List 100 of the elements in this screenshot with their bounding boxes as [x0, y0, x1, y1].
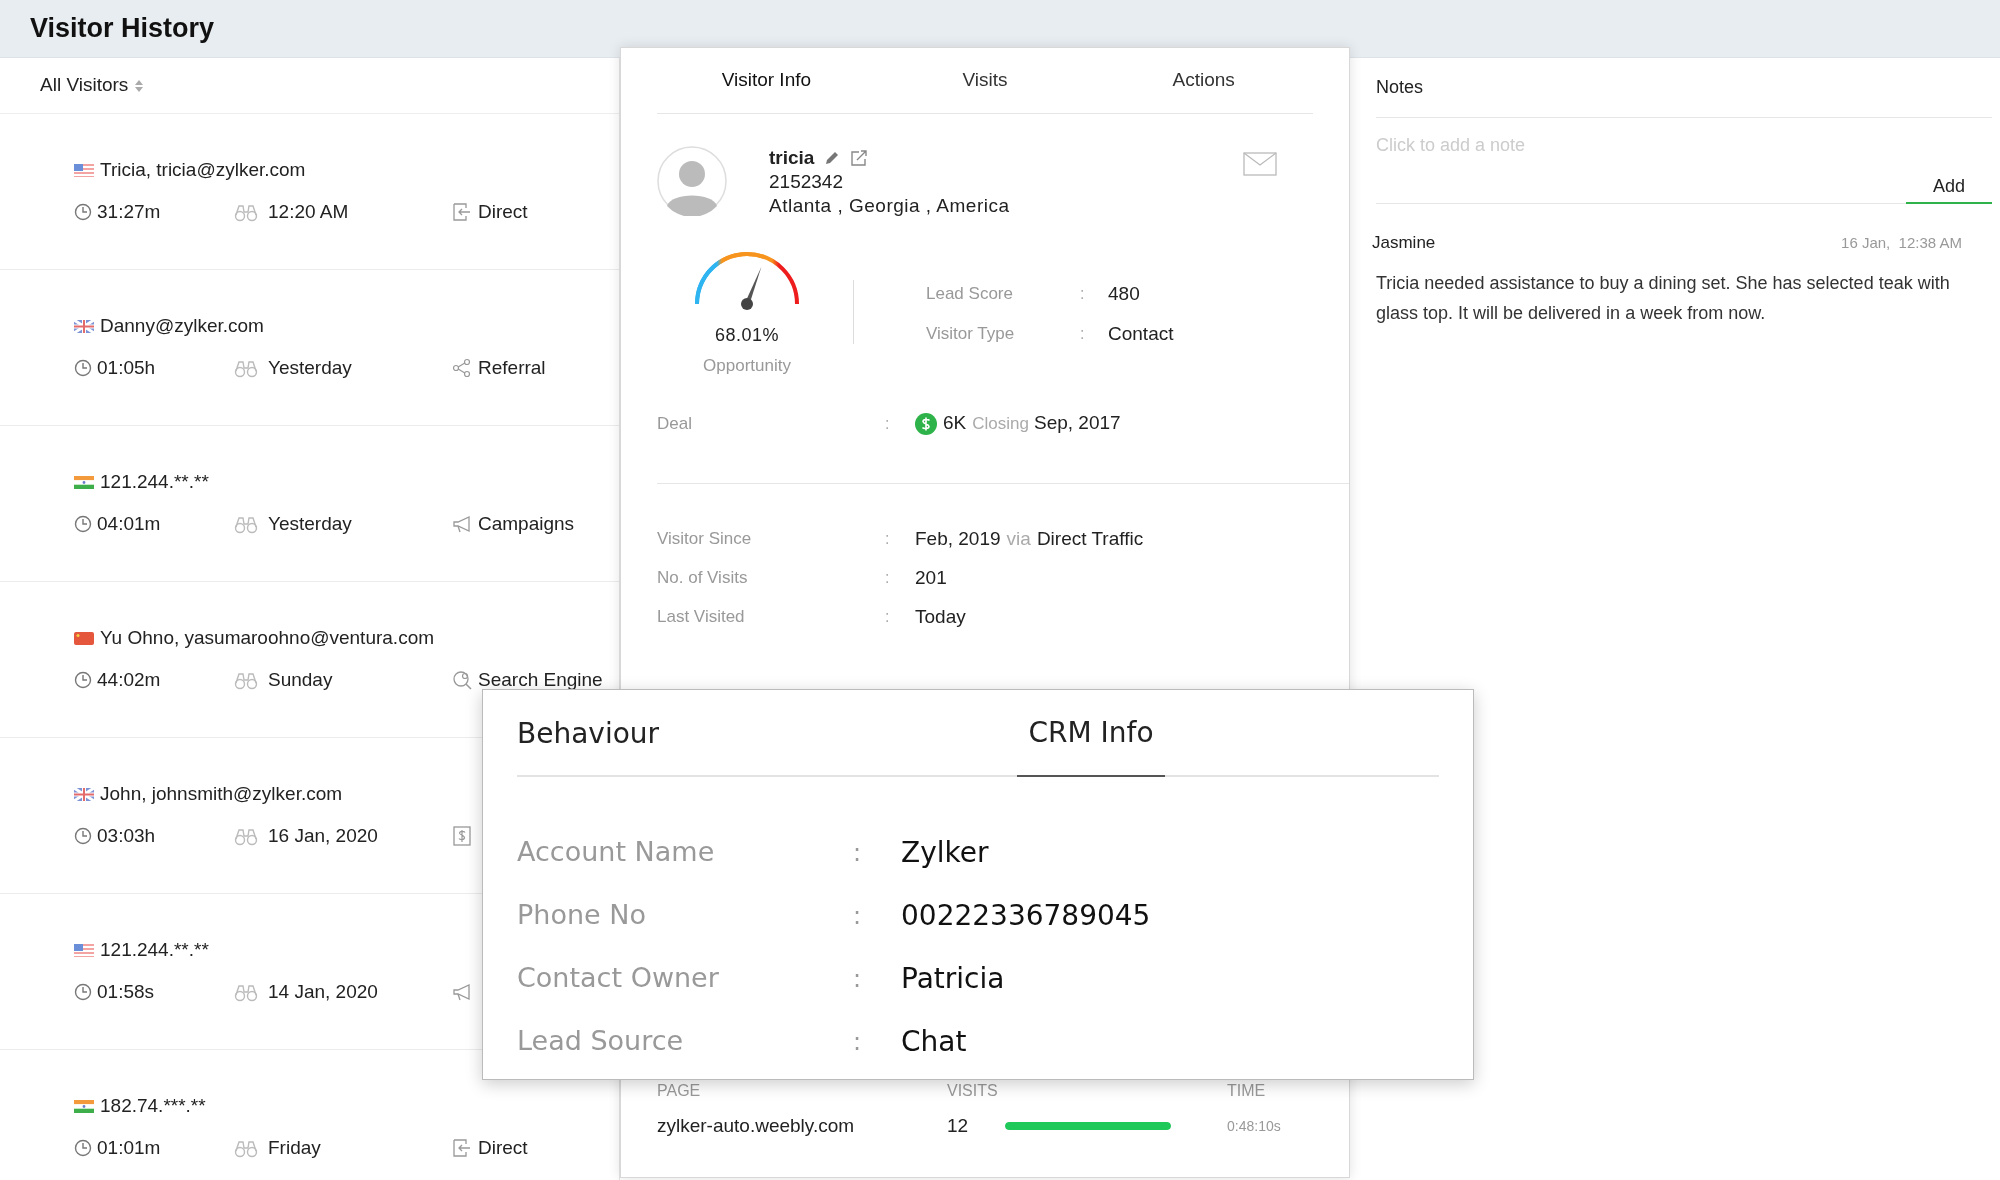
clock-icon — [74, 1139, 92, 1157]
visitor-name[interactable]: John, johnsmith@zylker.com — [100, 779, 343, 809]
visit-source: Search Engine — [478, 667, 603, 692]
crm-tab[interactable]: CRM Info — [1017, 690, 1165, 777]
crm-tab[interactable]: Behaviour — [517, 690, 1017, 777]
visitor-name[interactable]: 121.244.**.** — [100, 467, 209, 497]
colon: : — [853, 837, 863, 869]
field-value: Contact — [1108, 321, 1174, 346]
visitor-name[interactable]: 182.74.***.** — [100, 1091, 206, 1121]
visit-duration: 04:01m — [97, 511, 161, 536]
visit-duration: 01:05h — [97, 355, 156, 380]
visit-time: 0:48:10s — [1227, 1116, 1281, 1136]
visit-duration: 01:01m — [97, 1135, 161, 1160]
binoculars-icon — [234, 1138, 258, 1158]
detail-tab[interactable]: Visits — [875, 48, 1095, 113]
field-label: Deal — [657, 412, 693, 435]
page-title: Visitor History — [30, 12, 215, 46]
visitor-name[interactable]: Danny@zylker.com — [100, 311, 264, 341]
notes-title: Notes — [1376, 76, 1424, 99]
colon: : — [853, 900, 863, 932]
binoculars-icon — [234, 670, 258, 690]
opportunity-label: Opportunity — [703, 355, 791, 377]
binoculars-icon — [234, 982, 258, 1002]
colon: : — [853, 963, 863, 995]
via-label: via — [1006, 526, 1031, 551]
field-value: 480 — [1108, 281, 1140, 306]
visitor-name[interactable]: Tricia, tricia@zylker.com — [100, 155, 306, 185]
detail-tab[interactable]: Visitor Info — [657, 48, 876, 113]
visit-count: 12 — [947, 1113, 970, 1138]
visit-duration: 01:58s — [97, 979, 155, 1004]
colon: : — [1080, 324, 1086, 344]
pencil-icon — [824, 150, 841, 166]
page-url: zylker-auto.weebly.com — [657, 1113, 856, 1138]
field-label: Visitor Type — [926, 323, 1016, 346]
dollar-icon — [915, 412, 937, 435]
visit-source: Campaigns — [478, 511, 575, 536]
visitor-name[interactable]: 121.244.**.** — [100, 935, 209, 965]
field-value: Patricia — [901, 960, 1005, 997]
deal-amount: 6K — [943, 411, 967, 436]
clock-icon — [74, 203, 92, 221]
opportunity-value: 68.01% — [714, 324, 780, 347]
deal-closing-label: Closing — [972, 412, 1029, 435]
column-header: TIME — [1227, 1081, 1266, 1101]
colon: : — [885, 529, 891, 549]
column-header: PAGE — [657, 1081, 702, 1101]
last-seen: 12:20 AM — [268, 199, 349, 224]
field-label: Contact Owner — [517, 961, 720, 996]
last-seen: Friday — [268, 1135, 321, 1160]
visit-duration: 44:02m — [97, 667, 161, 692]
add-note-button[interactable]: Add — [1906, 170, 1992, 204]
clock-icon — [74, 983, 92, 1001]
clock-icon — [74, 515, 92, 533]
traffic-source: Direct Traffic — [1036, 526, 1144, 551]
note-author: Jasmine — [1372, 232, 1436, 254]
field-label: Phone No — [517, 898, 647, 933]
binoculars-icon — [234, 358, 258, 378]
mail-icon[interactable] — [1243, 152, 1277, 176]
avatar-icon — [657, 146, 727, 216]
field-label: Lead Source — [517, 1024, 685, 1059]
visitor-name: tricia — [769, 146, 815, 170]
field-label: Account Name — [517, 835, 716, 870]
field-value: Feb, 2019 — [915, 526, 1001, 551]
visit-source: Direct — [478, 1135, 528, 1160]
visit-duration: 03:03h — [97, 823, 156, 848]
visit-source: Referral — [478, 355, 546, 380]
visitor-name[interactable]: Yu Ohno, yasumaroohno@ventura.com — [100, 623, 435, 653]
binoculars-icon — [234, 202, 258, 222]
last-seen: Yesterday — [268, 511, 352, 536]
clock-icon — [74, 359, 92, 377]
binoculars-icon — [234, 514, 258, 534]
detail-tab[interactable]: Actions — [1094, 48, 1313, 113]
external-link-icon — [850, 149, 869, 167]
last-seen: Sunday — [268, 667, 333, 692]
sort-icon — [134, 78, 145, 93]
field-value: 201 — [915, 565, 947, 590]
clock-icon — [74, 827, 92, 845]
colon: : — [1080, 284, 1086, 304]
field-value: 00222336789045 — [901, 897, 1151, 934]
field-label: Lead Score — [926, 283, 1014, 306]
binoculars-icon — [234, 826, 258, 846]
field-label: Last Visited — [657, 606, 746, 629]
colon: : — [853, 1026, 863, 1058]
last-seen: 14 Jan, 2020 — [268, 979, 378, 1004]
visitor-filter-dropdown[interactable]: All Visitors — [40, 71, 145, 100]
note-text: Tricia needed assistance to buy a dining set. She has selected teak with glass top. It will be delivered in a week from now. — [1376, 271, 1951, 325]
colon: : — [885, 413, 891, 434]
visitor-id: 2152342 — [769, 170, 844, 194]
visit-source: Direct — [478, 199, 528, 224]
field-label: No. of Visits — [657, 567, 749, 590]
field-value: Chat — [901, 1023, 967, 1060]
clock-icon — [74, 671, 92, 689]
note-time: 16 Jan, 12:38 AM — [1841, 232, 1962, 253]
visitor-location: Atlanta , Georgia , America — [769, 194, 1010, 218]
field-value: Zylker — [901, 834, 989, 871]
visit-duration: 31:27m — [97, 199, 161, 224]
column-header: VISITS — [947, 1081, 999, 1101]
deal-closing-date: Sep, 2017 — [1033, 411, 1121, 436]
colon: : — [885, 568, 891, 588]
last-seen: 16 Jan, 2020 — [268, 823, 378, 848]
last-seen: Yesterday — [268, 355, 352, 380]
